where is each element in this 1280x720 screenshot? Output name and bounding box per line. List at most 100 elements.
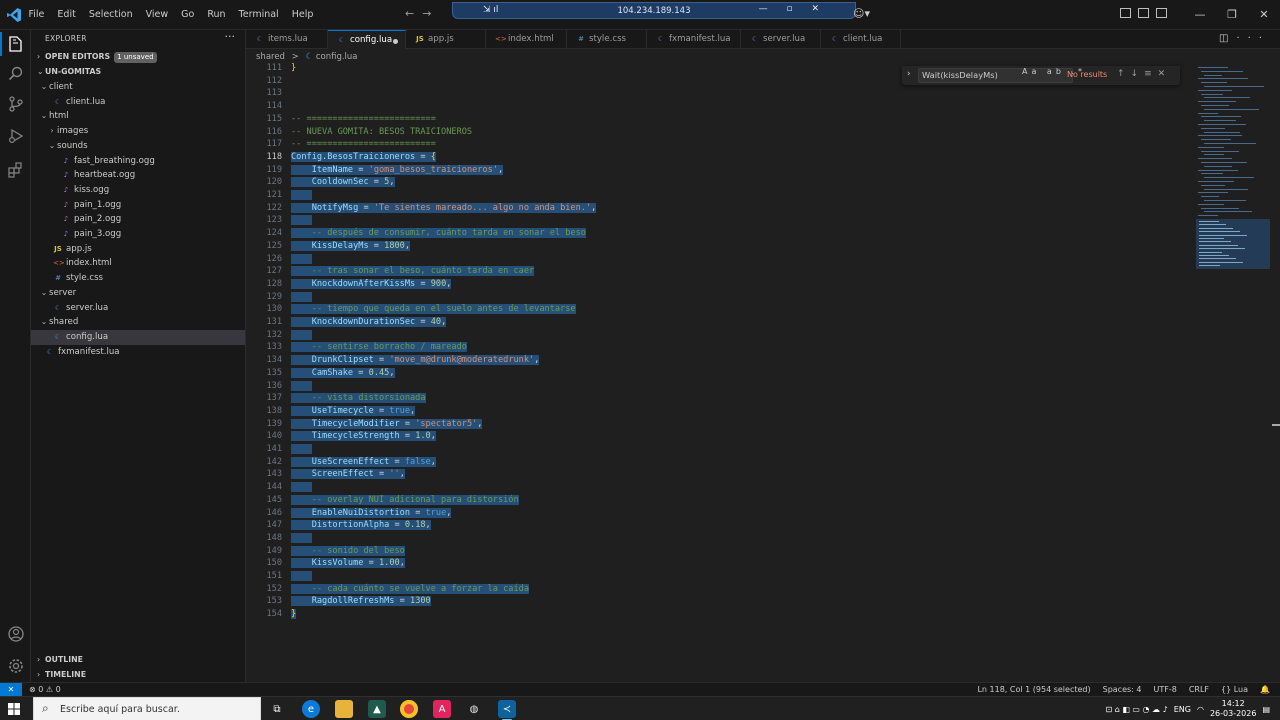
vscode-taskbar-icon[interactable]: ≺ [498,700,516,720]
code-line[interactable]: KissVolume = 1.00, [291,557,405,570]
tree-file[interactable]: ♪ pain_2.ogg [31,212,245,227]
tab-config-lua[interactable]: ☾ config.lua [328,30,406,49]
code-line[interactable]: } [291,608,297,621]
tab-style-css[interactable]: # style.css [567,30,647,49]
code-line[interactable]: NotifyMsg = 'Te sientes mareado... algo … [291,202,597,215]
indentation[interactable]: Spaces: 4 [1103,683,1142,696]
code-line[interactable]: EnableNuiDistortion = true, [291,507,452,520]
encoding[interactable]: UTF-8 [1153,683,1176,696]
task-view-icon[interactable]: ⧉ [268,700,286,718]
tree-file[interactable]: # style.css [31,271,245,286]
tab-server-lua[interactable]: ☾ server.lua [741,30,821,49]
tree-folder[interactable]: ⌄ html [31,109,245,124]
code-line[interactable]: TimecycleModifier = 'spectator5', [291,418,483,431]
code-line[interactable]: DistortionAlpha = 0.18, [291,519,431,532]
code-line[interactable]: KnockdownDurationSec = 40, [291,316,447,329]
media-app-icon[interactable]: A [433,700,451,718]
code-line[interactable] [291,214,312,227]
tab-index-html[interactable]: <>index.html [486,30,567,49]
menu-help[interactable]: Help [285,0,320,30]
source-control-icon[interactable] [6,94,26,114]
tab-client-lua[interactable]: ☾ client.lua [821,30,901,49]
forward-arrow-icon[interactable]: → [422,7,431,20]
wifi-icon[interactable]: ◠ [1197,705,1204,714]
tree-file[interactable]: ♪ pain_3.ogg [31,227,245,242]
explorer-icon[interactable] [6,34,26,54]
code-line[interactable]: ItemName = 'goma_besos_traicioneros', [291,164,504,177]
toggle-sidebar-icon[interactable] [1120,8,1131,18]
menu-view[interactable]: View [139,0,175,30]
toggle-secondary-sidebar-icon[interactable] [1156,8,1167,18]
code-line[interactable]: -- tras sonar el beso, cuánto tarda en c… [291,265,535,278]
more-actions-icon[interactable]: ··· [225,30,236,43]
more-actions-icon[interactable]: ··· [1236,33,1270,44]
code-line[interactable] [291,329,312,342]
remote-window-controls[interactable]: — ▫ ✕ [759,4,827,14]
notifications-bell-icon[interactable]: 🔔 [1260,683,1270,696]
back-arrow-icon[interactable]: ← [405,7,414,20]
tree-folder[interactable]: ⌄ client [31,80,245,95]
tree-file[interactable]: JS app.js [31,242,245,257]
line-ending[interactable]: CRLF [1189,683,1209,696]
code-line[interactable]: -- vista distorsionada [291,392,426,405]
file-explorer-icon[interactable] [335,700,353,718]
remote-connection-bar[interactable]: ⇲ ıl 104.234.189.143 — ▫ ✕ [452,2,856,19]
copilot-icon[interactable]: ☺▾ [853,7,870,20]
code-line[interactable]: ScreenEffect = '', [291,468,405,481]
tray-icons[interactable]: ⊡ ⌂ ◧ ▭ ◔ ☁ ♪ [1105,705,1167,714]
code-line[interactable] [291,189,312,202]
code-line[interactable]: -- tiempo que queda en el suelo antes de… [291,303,576,316]
tree-file[interactable]: ☾ fxmanifest.lua [31,345,245,360]
breadcrumb-file[interactable]: config.lua [316,52,358,62]
timeline-section[interactable]: › TIMELINE [31,668,245,682]
windows-start-icon[interactable] [8,703,20,715]
code-line[interactable]: -- ========================= [291,138,436,151]
input-language[interactable]: ENG [1174,705,1191,714]
notification-center-icon[interactable]: ▤ [1262,705,1270,714]
menu-edit[interactable]: Edit [51,0,82,30]
code-line[interactable] [291,481,312,494]
unsaved-dot-icon[interactable] [393,39,398,44]
project-section[interactable]: ⌄UN-GOMITAS [31,65,245,79]
tree-file[interactable]: ♪ heartbeat.ogg [31,168,245,183]
previous-match-icon[interactable]: ↑ [1117,69,1131,79]
toggle-panel-icon[interactable] [1138,8,1149,18]
outline-section[interactable]: › OUTLINE [31,653,245,667]
code-line[interactable]: -- sentirse borracho / mareado [291,341,467,354]
tree-file[interactable]: <>index.html [31,256,245,271]
code-line[interactable]: } [291,62,296,75]
code-line[interactable]: Config.BesosTraicioneros = { [291,151,436,164]
restore-icon[interactable]: ❐ [1216,0,1248,30]
code-line[interactable] [291,253,312,266]
code-line[interactable]: TimecycleStrength = 1.0, [291,430,436,443]
store-app-icon[interactable]: ▲ [368,700,386,718]
settings-gear-icon[interactable] [6,656,26,676]
tree-file[interactable]: ☾ client.lua [31,95,245,110]
code-line[interactable]: UseScreenEffect = false, [291,456,436,469]
clock[interactable]: 14:12 26-03-2026 [1210,699,1257,719]
code-line[interactable]: -- sonido del beso [291,545,405,558]
extensions-icon[interactable] [6,160,26,180]
close-icon[interactable]: ✕ [1248,0,1280,30]
menu-go[interactable]: Go [175,0,201,30]
chrome-browser-icon[interactable] [400,700,418,718]
tree-file[interactable]: ♪ fast_breathing.ogg [31,154,245,169]
code-line[interactable] [291,380,312,393]
code-editor[interactable]: 111 112 113 114 115 116 117 118 119 120 121 122 123 1… [246,62,1196,682]
minimize-icon[interactable]: — [1184,0,1216,30]
menu-file[interactable]: File [22,0,51,30]
app-shell-icon[interactable]: ◍ [465,700,483,718]
tab-app-js[interactable]: JS app.js [406,30,486,49]
code-line[interactable]: -- ========================= [291,113,436,126]
cursor-position[interactable]: Ln 118, Col 1 (954 selected) [977,683,1090,696]
code-line[interactable]: CamShake = 0.45, [291,367,395,380]
code-line[interactable]: UseTimecycle = true, [291,405,416,418]
language-mode[interactable]: {} Lua [1221,683,1248,696]
menu-selection[interactable]: Selection [82,0,139,30]
run-debug-icon[interactable] [6,126,26,146]
code-line[interactable]: RagdollRefreshMs = 1300 [291,595,431,608]
code-line[interactable]: -- NUEVA GOMITA: BESOS TRAICIONEROS [291,126,472,139]
tree-folder[interactable]: ⌄ sounds [31,139,245,154]
code-line[interactable] [291,291,312,304]
remote-indicator-icon[interactable]: ✕ [0,683,22,697]
